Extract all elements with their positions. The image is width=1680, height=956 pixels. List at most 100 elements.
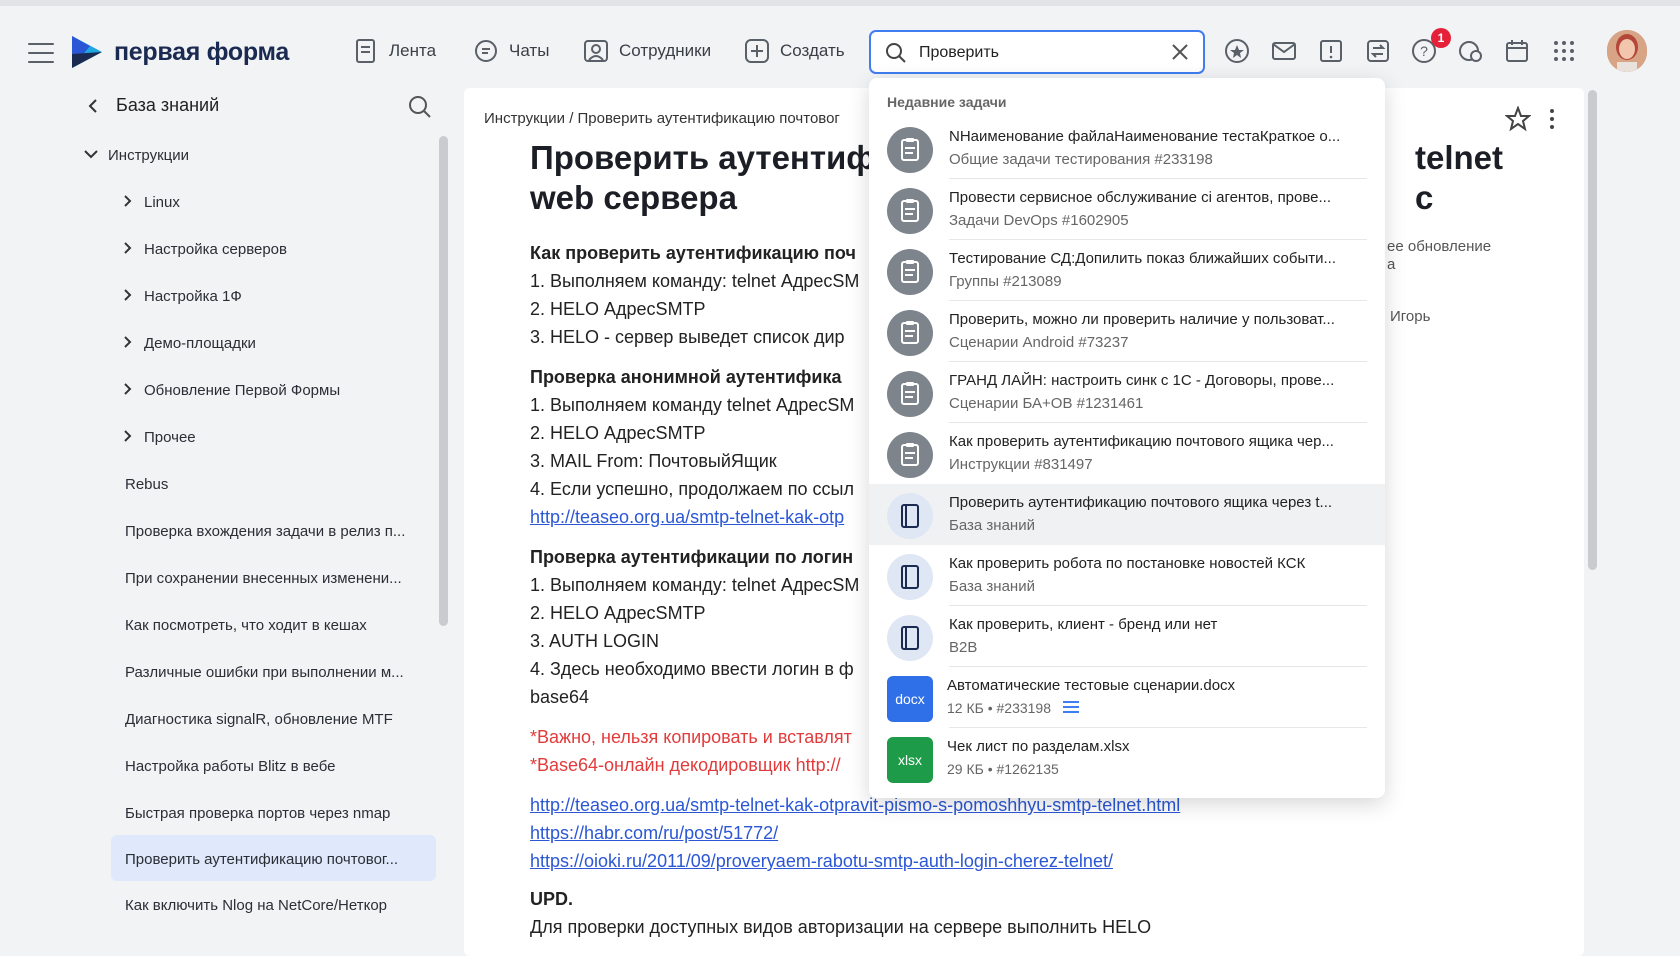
search-result-item[interactable]: Тестирование СД:Допилить показ ближайших…	[869, 240, 1385, 301]
doc-heading: UPD.	[530, 889, 574, 909]
apps-grid-icon[interactable]	[1550, 37, 1578, 65]
doc-line: 3. AUTH LOGIN	[530, 631, 660, 651]
search-results-dropdown: Недавние задачи NНаименование файлаНаиме…	[869, 78, 1385, 798]
doc-link[interactable]: https://habr.com/ru/post/51772/	[530, 823, 778, 844]
search-result-item[interactable]: Как проверить робота по постановке новос…	[869, 545, 1385, 606]
alert-icon[interactable]	[1317, 37, 1345, 65]
tree-group[interactable]: Linux	[120, 194, 180, 211]
tree-item[interactable]: Настройка работы Blitz в вебе	[125, 758, 425, 775]
search-result-item[interactable]: NНаименование файлаНаименование тестаКра…	[869, 118, 1385, 179]
doc-line: 3. MAIL From: ПочтовыйЯщик	[530, 451, 777, 471]
nav-employees-label: Сотрудники	[619, 41, 712, 60]
task-icon	[887, 127, 933, 173]
tree-item[interactable]: Проверка вхождения задачи в релиз п...	[125, 523, 425, 540]
xlsx-file-icon: xlsx	[887, 737, 933, 783]
nav-employees[interactable]: Сотрудники	[583, 38, 711, 64]
tree-item[interactable]: Диагностика signalR, обновление MTF	[125, 711, 425, 728]
chevron-right-icon	[124, 242, 132, 254]
tree-item[interactable]: Rebus	[125, 476, 425, 493]
chevron-right-icon	[124, 336, 132, 348]
tree-item[interactable]: Как включить Nlog на NetCore/Неткор	[125, 897, 425, 914]
doc-line: 4. Здесь необходимо ввести логин в ф	[530, 659, 854, 679]
sidebar-search-icon[interactable]	[408, 95, 432, 119]
tree-item[interactable]: Различные ошибки при выполнении м...	[125, 664, 425, 681]
chat-icon	[475, 40, 497, 62]
doc-link[interactable]: https://oioki.ru/2011/09/proveryaem-rabo…	[530, 851, 1113, 872]
doc-link[interactable]: http://teaseo.org.ua/smtp-telnet-kak-otp…	[530, 795, 1180, 816]
result-subtitle: Группы #213089	[949, 273, 1062, 290]
task-icon	[887, 371, 933, 417]
result-subtitle: Сценарии БА+ОВ #1231461	[949, 395, 1144, 412]
result-subtitle: Инструкции #831497	[949, 456, 1093, 473]
result-title: Провести сервисное обслуживание сі агент…	[949, 189, 1332, 206]
doc-link[interactable]: http://teaseo.org.ua/smtp-telnet-kak-otp	[530, 507, 844, 528]
search-result-item[interactable]: ГРАНД ЛАЙН: настроить синк с 1С - Догово…	[869, 362, 1385, 423]
nav-chats[interactable]: Чаты	[473, 38, 549, 64]
nav-feed[interactable]: Лента	[355, 38, 436, 64]
search-result-item[interactable]: Как проверить, клиент - бренд или нет B2B	[869, 606, 1385, 667]
side-note-author: Игорь	[1390, 308, 1431, 325]
nav-feed-label: Лента	[389, 41, 437, 60]
search-input[interactable]	[919, 41, 1149, 65]
tree-group[interactable]: Настройка 1Ф	[120, 288, 242, 305]
avatar-image	[1607, 30, 1647, 72]
star-icon[interactable]	[1505, 106, 1531, 132]
tree-item[interactable]: Быстрая проверка портов через nmap	[125, 805, 425, 822]
search-result-item[interactable]: Проверить, можно ли проверить наличие у …	[869, 301, 1385, 362]
list-icon	[1063, 700, 1080, 716]
knowledge-base-icon	[887, 615, 933, 661]
settings-icon[interactable]	[1457, 37, 1485, 65]
knowledge-base-icon	[887, 493, 933, 539]
meta-dot: •	[983, 700, 997, 716]
tree-group[interactable]: Настройка серверов	[120, 241, 287, 258]
doc-line: 1. Выполняем команду telnet АдресSM	[530, 395, 855, 415]
result-title: Тестирование СД:Допилить показ ближайших…	[949, 250, 1336, 267]
calendar-icon[interactable]	[1503, 37, 1531, 65]
doc-heading: Проверка аутентификации по логин	[530, 547, 854, 567]
search-result-item[interactable]: Провести сервисное обслуживание сі агент…	[869, 179, 1385, 240]
result-title: Как проверить аутентификацию почтового я…	[949, 433, 1334, 450]
doc-warning: *Важно, нельзя копировать и вставлят	[530, 727, 852, 747]
feed-icon	[356, 39, 375, 63]
plus-icon	[745, 39, 769, 63]
chevron-right-icon	[124, 195, 132, 207]
tree-group[interactable]: Обновление Первой Формы	[120, 382, 340, 399]
back-chevron-icon[interactable]	[86, 98, 100, 114]
doc-line: 3. HELO - сервер выведет список дир	[530, 327, 845, 347]
file-result-item[interactable]: xlsx Чек лист по разделам.xlsx 29 КБ • #12…	[869, 728, 1385, 789]
notification-badge: 1	[1431, 28, 1451, 48]
tree-group[interactable]: Прочее	[120, 429, 196, 446]
search-result-item[interactable]: Как проверить аутентификацию почтового я…	[869, 423, 1385, 484]
task-icon	[887, 249, 933, 295]
favorites-icon[interactable]	[1223, 37, 1251, 65]
task-icon	[887, 188, 933, 234]
result-subtitle: Задачи DevOps #1602905	[949, 212, 1129, 229]
search-result-item[interactable]: Проверить аутентификацию почтового ящика…	[869, 484, 1385, 545]
tree-item[interactable]: При сохранении внесенных изменени...	[125, 570, 425, 587]
title-part-right: telnet c	[1415, 139, 1504, 216]
doc-line: 1. Выполняем команду: telnet АдресSM	[530, 271, 860, 291]
nav-create[interactable]: Создать	[744, 38, 845, 64]
result-title: Как проверить робота по постановке новос…	[949, 555, 1306, 572]
tree-item-active[interactable]: Проверить аутентификацию почтовог...	[125, 851, 425, 868]
tree-item[interactable]: Как посмотреть, что ходит в кешах	[125, 617, 425, 634]
tree-group-label: Прочее	[144, 429, 196, 446]
brand-logo[interactable]: первая форма	[70, 34, 289, 70]
doc-line: 2. HELO АдресSMTP	[530, 423, 706, 443]
tree-root-instructions[interactable]: Инструкции	[84, 147, 189, 164]
result-title: NНаименование файлаНаименование тестаКра…	[949, 128, 1341, 145]
mail-icon[interactable]	[1270, 37, 1298, 65]
title-line2: web сервера	[530, 179, 737, 216]
menu-icon[interactable]	[28, 43, 54, 63]
user-avatar[interactable]	[1607, 30, 1647, 72]
file-result-item[interactable]: docx Автоматические тестовые сценарии.doc…	[869, 667, 1385, 728]
content-scrollbar[interactable]	[1588, 90, 1597, 570]
transfer-icon[interactable]	[1364, 37, 1392, 65]
sidebar-scrollbar[interactable]	[439, 136, 448, 626]
more-options-icon[interactable]	[1548, 108, 1556, 130]
file-meta: 29 КБ • #1262135	[947, 761, 1059, 777]
title-part-left: Проверить аутентиф	[530, 139, 876, 176]
clear-search-icon[interactable]	[1171, 43, 1189, 61]
breadcrumb[interactable]: Инструкции / Проверить аутентификацию по…	[484, 110, 840, 127]
tree-group[interactable]: Демо-площадки	[120, 335, 256, 352]
